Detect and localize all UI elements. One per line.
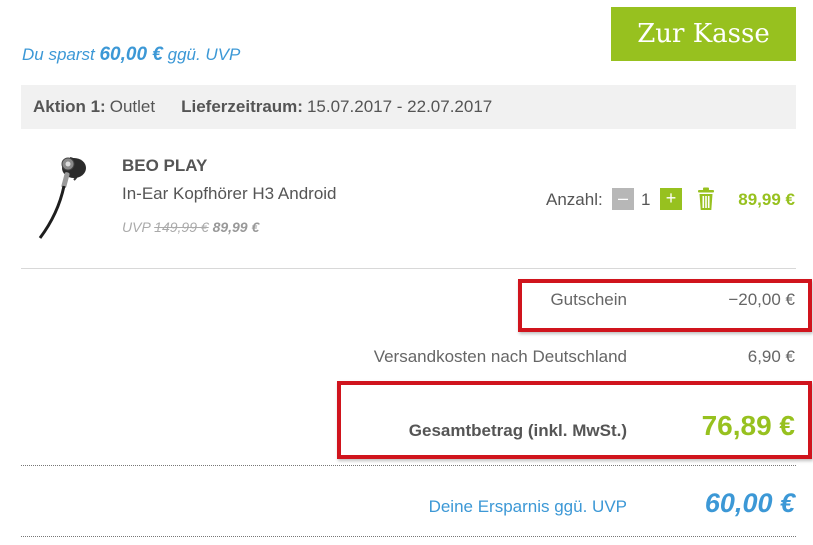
delivery-value: 15.07.2017 - 22.07.2017: [306, 97, 493, 116]
item-price: 89,99 €: [738, 190, 795, 209]
uvp-old-price: 149,99 €: [154, 219, 209, 235]
savings-prefix: Du sparst: [22, 45, 95, 64]
shipping-value: 6,90 €: [747, 347, 795, 366]
product-uvp: UVP 149,99 € 89,99 €: [122, 219, 259, 235]
action-value: Outlet: [109, 97, 156, 116]
quantity-increase-button[interactable]: +: [660, 188, 682, 210]
quantity-decrease-button[interactable]: –: [612, 188, 634, 210]
product-model[interactable]: In-Ear Kopfhörer H3 Android: [122, 184, 337, 204]
action-bar: Aktion 1: Outlet Lieferzeitraum: 15.07.2…: [21, 85, 796, 129]
savings-notice: Du sparst 60,00 € ggü. UVP: [22, 44, 240, 66]
delivery-label: Lieferzeitraum:: [181, 97, 303, 116]
divider-dotted: [21, 536, 796, 537]
checkout-button[interactable]: Zur Kasse: [611, 7, 796, 61]
savings-suffix: ggü. UVP: [167, 45, 241, 64]
quantity-value[interactable]: 1: [641, 190, 650, 210]
savings-amount: 60,00 €: [99, 44, 163, 65]
divider-dotted: [21, 465, 796, 466]
product-brand[interactable]: BEO PLAY: [122, 156, 207, 176]
voucher-highlight-box: [518, 279, 812, 332]
saving-label: Deine Ersparnis ggü. UVP: [428, 497, 627, 516]
trash-icon[interactable]: [697, 187, 715, 211]
divider: [21, 268, 796, 269]
uvp-label: UVP: [122, 219, 151, 235]
shipping-label: Versandkosten nach Deutschland: [373, 347, 627, 366]
product-image[interactable]: [30, 150, 100, 242]
total-highlight-box: [337, 381, 812, 459]
quantity-label: Anzahl:: [546, 190, 603, 209]
action-label: Aktion 1:: [33, 97, 106, 116]
saving-value: 60,00 €: [704, 488, 795, 518]
uvp-new-price: 89,99 €: [212, 219, 260, 235]
